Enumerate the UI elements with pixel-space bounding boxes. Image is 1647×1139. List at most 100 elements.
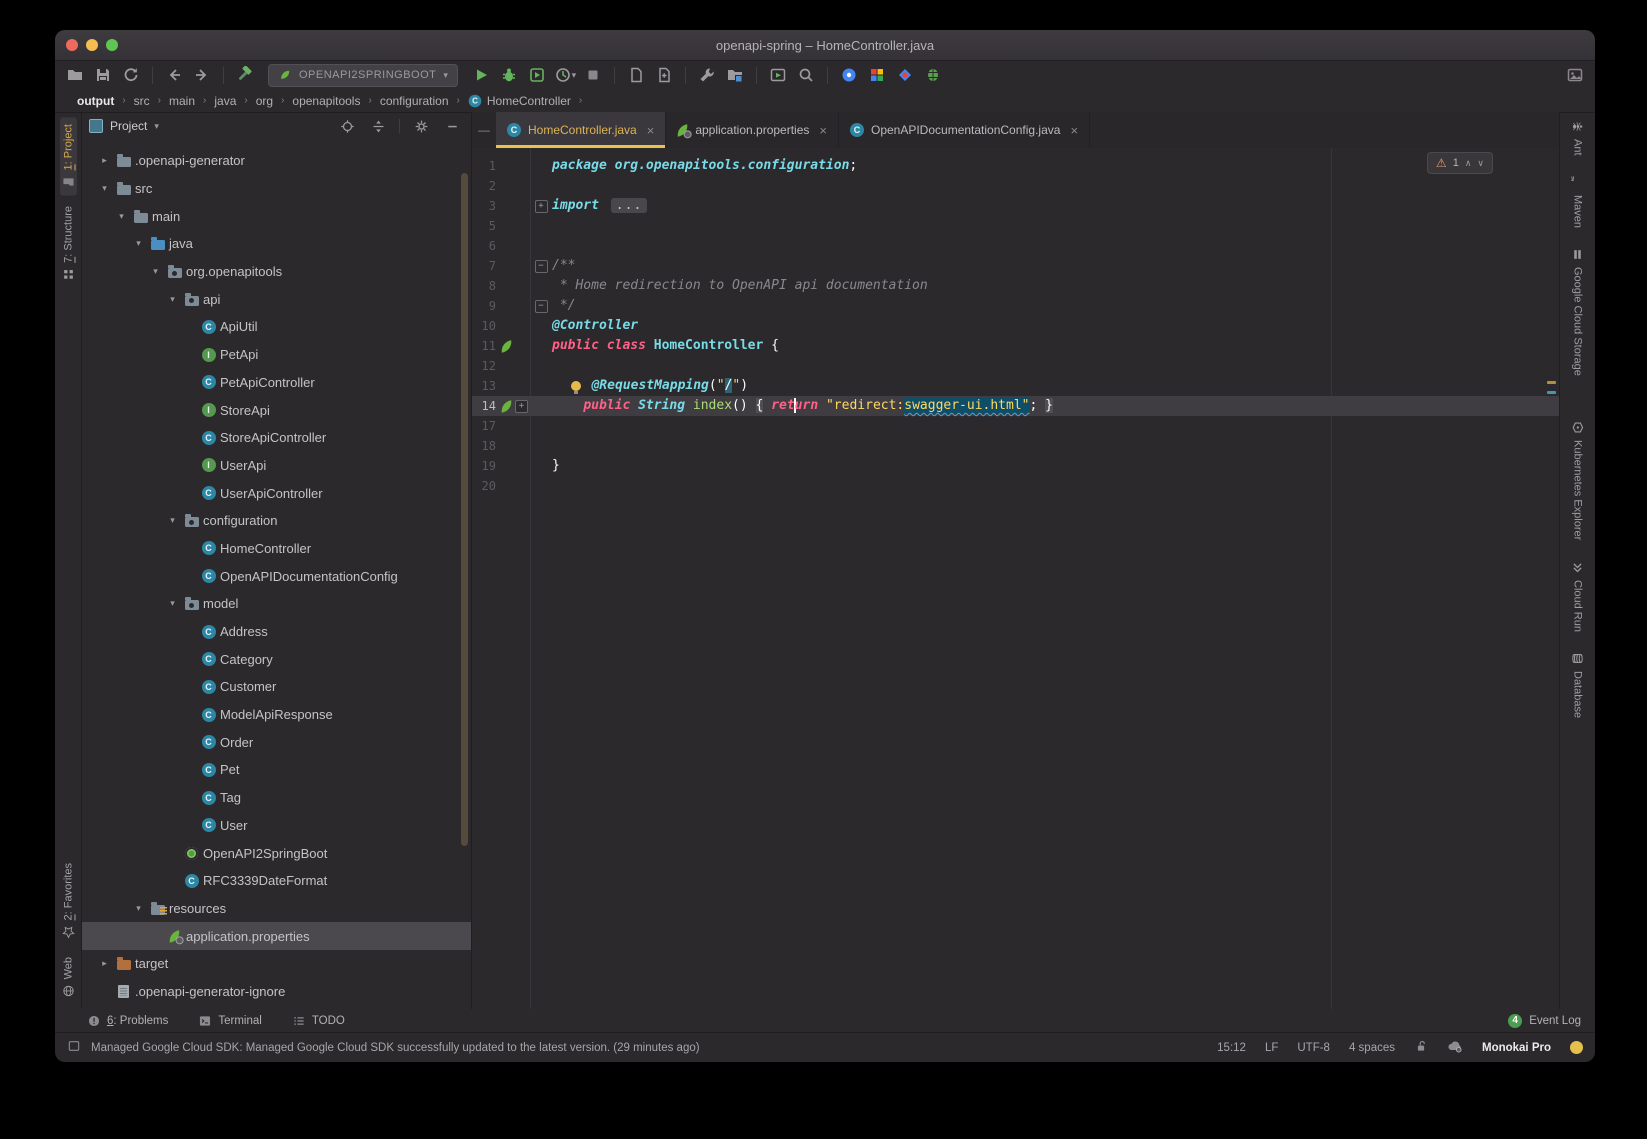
tree-item-org-openapitools[interactable]: ▾org.openapitools — [82, 258, 471, 286]
tree-item-HomeController[interactable]: HomeController — [82, 535, 471, 563]
reader-mode-icon[interactable] — [67, 1039, 81, 1056]
stop-button[interactable] — [583, 65, 603, 85]
line-separator[interactable]: LF — [1265, 1042, 1278, 1054]
close-icon[interactable]: × — [1070, 124, 1078, 137]
project-tree[interactable]: ▸.openapi-generator▾src▾main▾java▾org.op… — [82, 140, 471, 1009]
fold-expand-icon[interactable]: + — [515, 400, 528, 413]
toolwindow-button-kubernetes-explorer[interactable]: Kubernetes Explorer — [1571, 421, 1584, 540]
code-line-18[interactable]: 18 — [472, 436, 1559, 456]
line-number[interactable]: 8 — [472, 276, 496, 296]
save-all-button[interactable] — [93, 65, 113, 85]
close-icon[interactable]: × — [819, 124, 827, 137]
chevron-down-icon[interactable]: ▾ — [130, 238, 147, 249]
page-tool-2-button[interactable] — [654, 65, 674, 85]
open-file-button[interactable] — [65, 65, 85, 85]
toolwindow-button-google-cloud-storage[interactable]: Google Cloud Storage — [1571, 248, 1584, 376]
toolwindow-button--favorites[interactable]: 2: Favorites — [60, 856, 77, 945]
toolwindow-button-database[interactable]: Database — [1571, 652, 1584, 718]
line-number[interactable]: 2 — [472, 176, 496, 196]
page-tool-1-button[interactable] — [626, 65, 646, 85]
forward-button[interactable] — [192, 65, 212, 85]
fold-collapse-icon[interactable]: − — [535, 300, 548, 313]
line-number[interactable]: 9 — [472, 296, 496, 316]
code-line-19[interactable]: 19} — [472, 456, 1559, 476]
fold-collapse-icon[interactable]: − — [535, 260, 548, 273]
zoom-window-icon[interactable] — [106, 39, 118, 51]
gear-button[interactable] — [411, 116, 431, 136]
run-anything-button[interactable] — [768, 65, 788, 85]
breadcrumb-item-org[interactable]: org — [256, 94, 273, 108]
locate-button[interactable] — [337, 116, 357, 136]
chevron-down-icon[interactable]: ▾ — [130, 903, 147, 914]
hide-tabs-icon[interactable]: — — [478, 123, 490, 137]
line-number[interactable]: 10 — [472, 316, 496, 336]
breadcrumb-item-java[interactable]: java — [214, 94, 236, 108]
tree-item-PetApi[interactable]: PetApi — [82, 341, 471, 369]
tree-item-Order[interactable]: Order — [82, 728, 471, 756]
run-configuration-select[interactable]: OPENAPI2SPRINGBOOT▾ — [268, 64, 458, 87]
caret-position[interactable]: 15:12 — [1217, 1042, 1246, 1054]
spring-bean-icon[interactable] — [500, 340, 512, 352]
tree-item-Category[interactable]: Category — [82, 645, 471, 673]
chevron-down-icon[interactable]: ▾ — [113, 211, 130, 222]
debug-button[interactable] — [499, 65, 519, 85]
tree-item-application-properties[interactable]: application.properties — [82, 922, 471, 950]
tree-item-target[interactable]: ▸target — [82, 950, 471, 978]
intention-bulb-icon[interactable] — [571, 381, 581, 391]
toolwindow-button--problems[interactable]: 6: Problems — [87, 1014, 168, 1028]
tree-item-Pet[interactable]: Pet — [82, 756, 471, 784]
code-line-1[interactable]: 1package org.openapitools.configuration; — [472, 156, 1559, 176]
line-number[interactable]: 1 — [472, 156, 496, 176]
breadcrumb-item-HomeController[interactable]: HomeController — [468, 94, 571, 108]
code-line-10[interactable]: 10@Controller — [472, 316, 1559, 336]
tree-item-api[interactable]: ▾api — [82, 285, 471, 313]
indent-setting[interactable]: 4 spaces — [1349, 1042, 1395, 1054]
synchronize-button[interactable] — [121, 65, 141, 85]
code-line-20[interactable]: 20 — [472, 476, 1559, 496]
breadcrumb-item-main[interactable]: main — [169, 94, 195, 108]
tree-item-ModelApiResponse[interactable]: ModelApiResponse — [82, 701, 471, 729]
chevron-down-icon[interactable]: ▾ — [164, 515, 181, 526]
toolwindow-button-cloud-run[interactable]: Cloud Run — [1571, 561, 1584, 632]
tree-item-UserApi[interactable]: UserApi — [82, 452, 471, 480]
breadcrumb-item-openapitools[interactable]: openapitools — [292, 94, 360, 108]
tree-item--openapi-generator-ignore[interactable]: .openapi-generator-ignore — [82, 978, 471, 1006]
chevron-down-icon[interactable]: ▾ — [154, 121, 159, 132]
line-number[interactable]: 3 — [472, 196, 496, 216]
line-number[interactable]: 14 — [472, 396, 496, 416]
toolwindow-button--structure[interactable]: 7: Structure — [60, 199, 77, 288]
project-panel-title[interactable]: Project — [110, 119, 147, 133]
code-line-7[interactable]: 7−/** — [472, 256, 1559, 276]
line-number[interactable]: 6 — [472, 236, 496, 256]
tree-item-Tag[interactable]: Tag — [82, 784, 471, 812]
code-line-8[interactable]: 8 * Home redirection to OpenAPI api docu… — [472, 276, 1559, 296]
tree-item-User[interactable]: User — [82, 812, 471, 840]
chevron-down-icon[interactable]: ▾ — [572, 70, 577, 81]
code-line-2[interactable]: 2 — [472, 176, 1559, 196]
toolwindow-button-web[interactable]: Web — [60, 950, 77, 1004]
code-line-13[interactable]: 13 @RequestMapping("/") — [472, 376, 1559, 396]
code-line-9[interactable]: 9− */ — [472, 296, 1559, 316]
toolwindow-button-terminal[interactable]: Terminal — [198, 1014, 261, 1028]
chevron-right-icon[interactable]: ▸ — [96, 155, 113, 166]
chevron-down-icon[interactable]: ▾ — [96, 183, 113, 194]
tree-item-java[interactable]: ▾java — [82, 230, 471, 258]
line-number[interactable]: 7 — [472, 256, 496, 276]
theme-name[interactable]: Monokai Pro — [1482, 1042, 1551, 1054]
chevron-down-icon[interactable]: ▾ — [147, 266, 164, 277]
run-with-coverage-button[interactable] — [527, 65, 547, 85]
tree-item-configuration[interactable]: ▾configuration — [82, 507, 471, 535]
tree-item-ApiUtil[interactable]: ApiUtil — [82, 313, 471, 341]
lock-icon[interactable] — [1414, 1039, 1428, 1056]
project-structure-button[interactable] — [725, 65, 745, 85]
tab-application-properties[interactable]: application.properties× — [666, 112, 839, 148]
image-tool-button[interactable] — [1565, 65, 1585, 85]
line-number[interactable]: 5 — [472, 216, 496, 236]
tree-item-StoreApi[interactable]: StoreApi — [82, 396, 471, 424]
chevron-down-icon[interactable]: ▾ — [443, 70, 448, 81]
search-everywhere-button[interactable] — [796, 65, 816, 85]
back-button[interactable] — [164, 65, 184, 85]
tree-item-Address[interactable]: Address — [82, 618, 471, 646]
toolwindow-button-todo[interactable]: TODO — [292, 1014, 345, 1028]
line-number[interactable]: 20 — [472, 476, 496, 496]
